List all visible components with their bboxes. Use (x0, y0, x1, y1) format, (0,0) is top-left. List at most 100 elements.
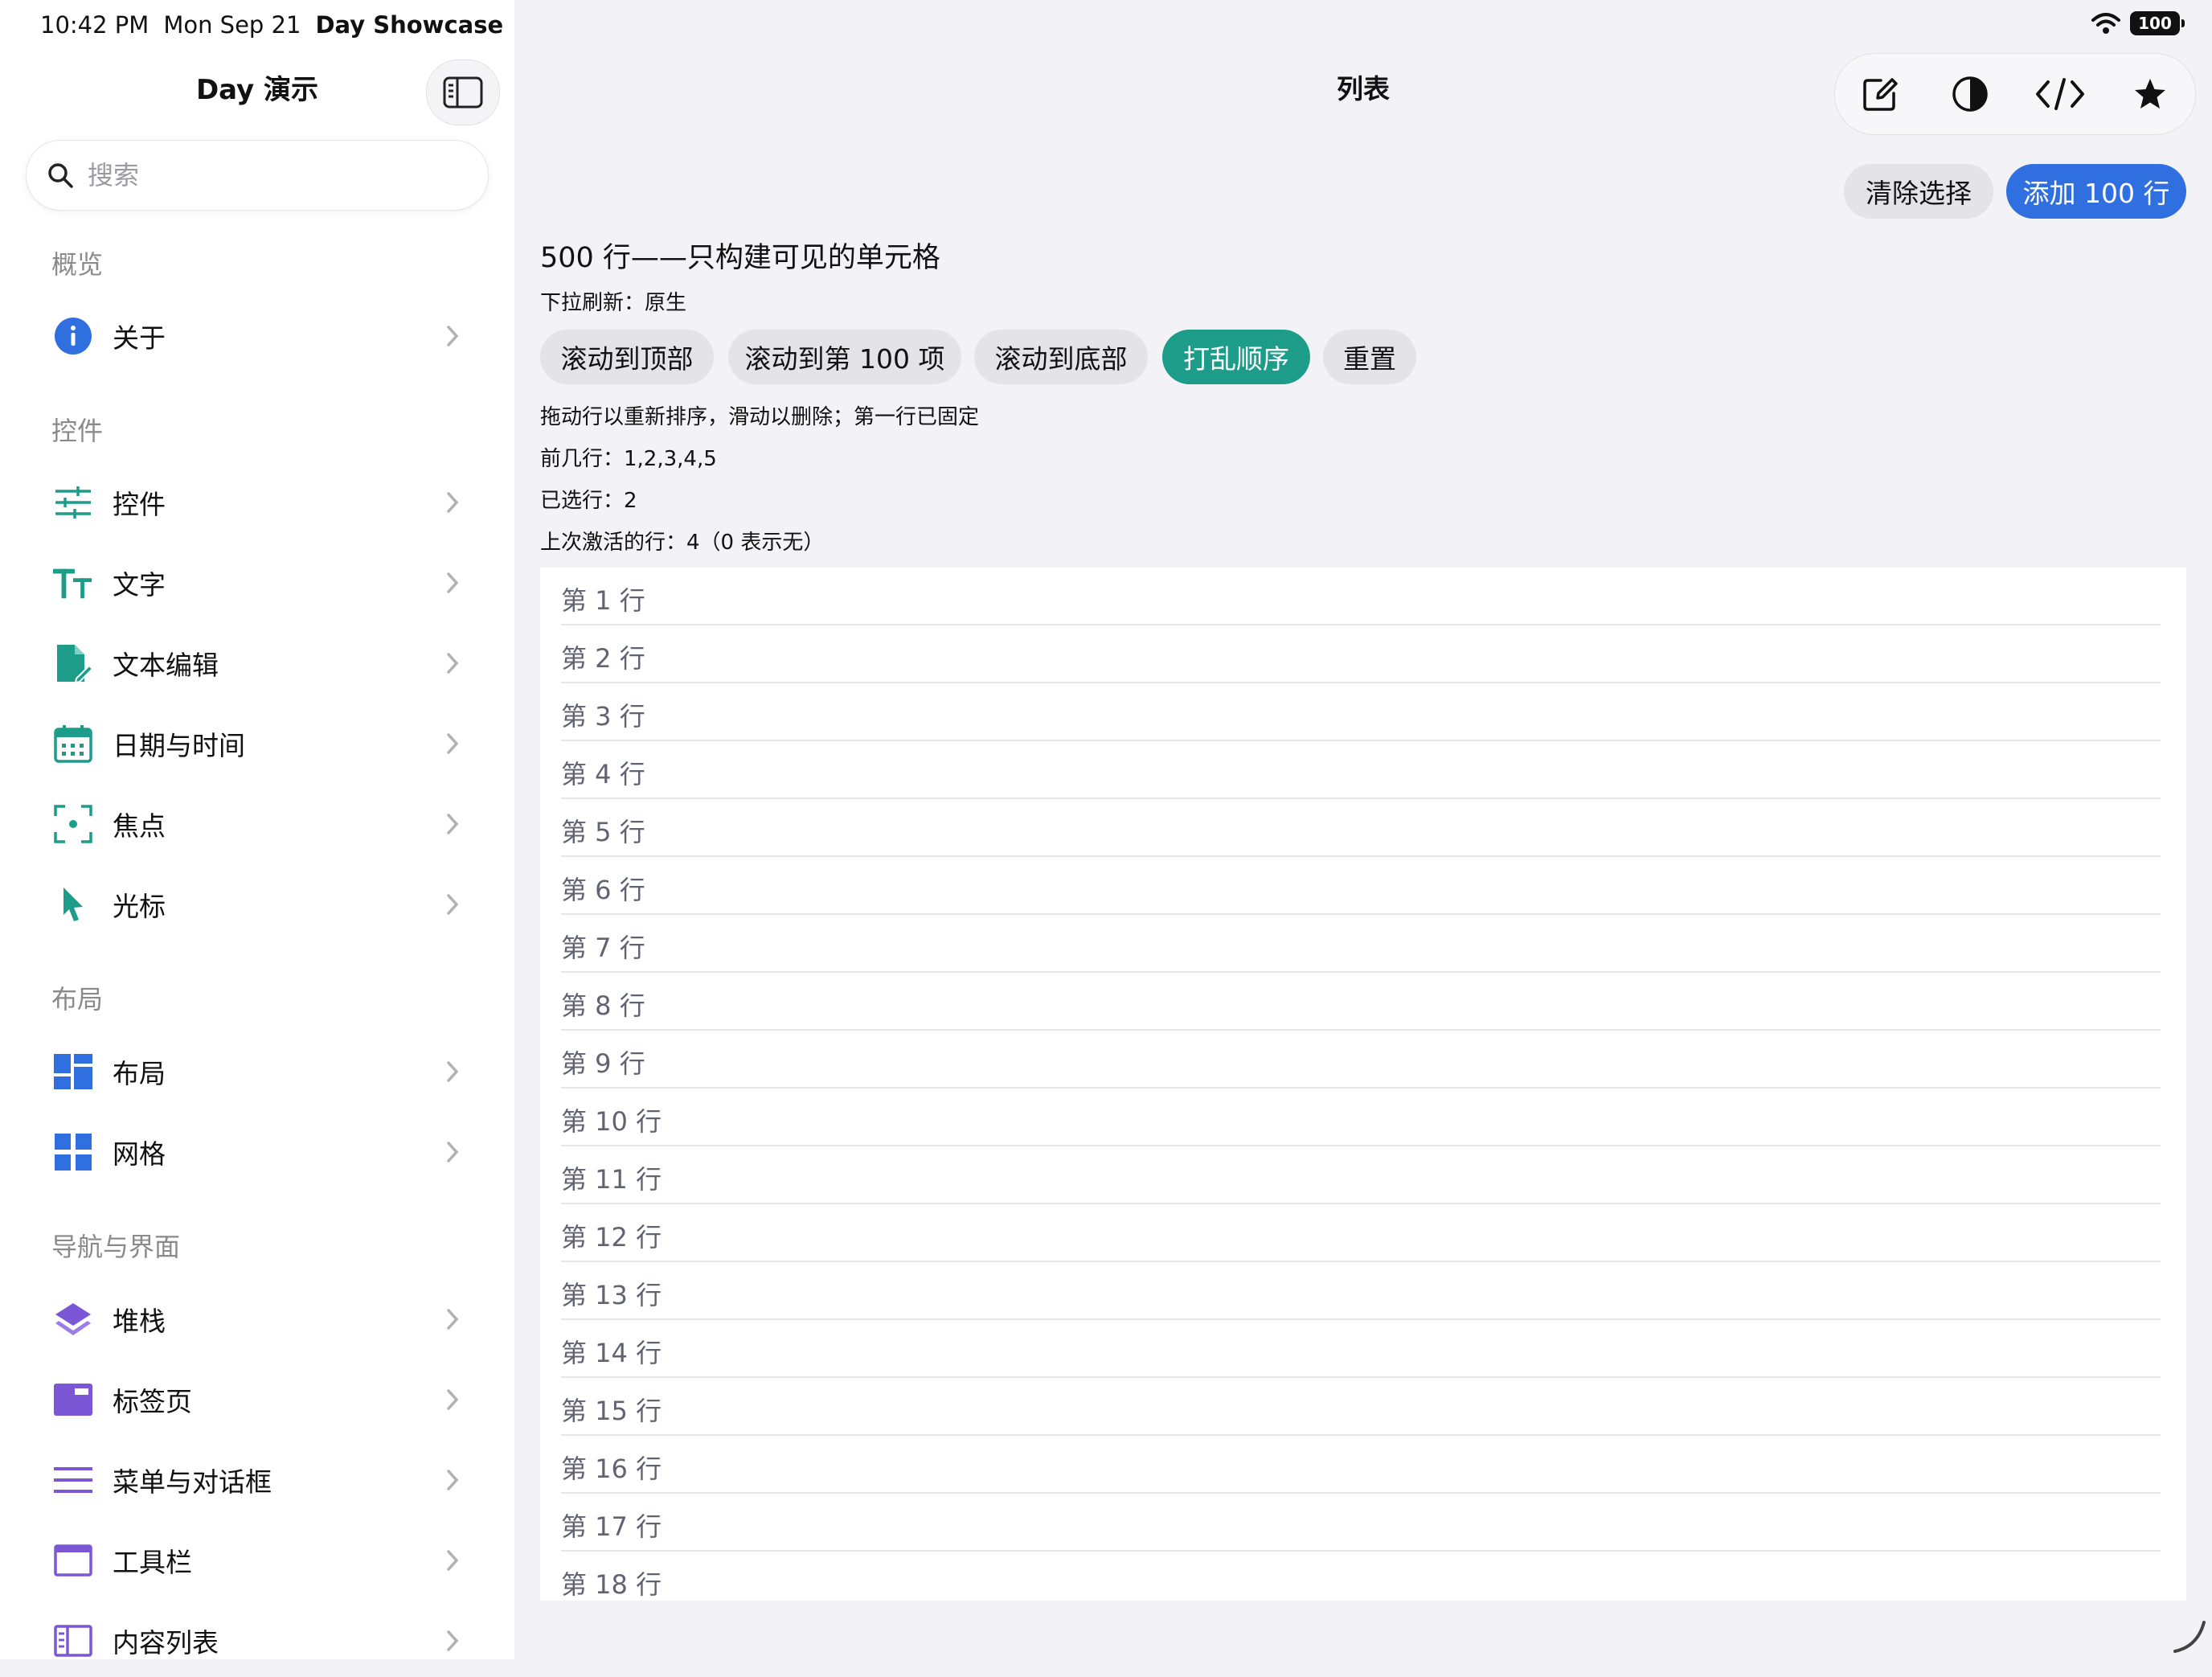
sidebar-item-menus-dialogs[interactable]: 菜单与对话框 (0, 1444, 514, 1516)
code-icon (2036, 78, 2084, 110)
table-row[interactable]: 第 1 行 (540, 568, 2186, 625)
battery-level: 100 (2138, 14, 2172, 33)
sidebar-item-content-list[interactable]: 内容列表 (0, 1605, 514, 1677)
table-row[interactable]: 第 16 行 (540, 1436, 2186, 1494)
pull-refresh-status: 下拉刷新：原生 (540, 291, 687, 315)
scroll-to-top-button[interactable]: 滚动到顶部 (540, 330, 714, 384)
text-size-icon (53, 563, 93, 603)
view-code-button[interactable] (2028, 62, 2092, 126)
table-row[interactable]: 第 7 行 (540, 915, 2186, 973)
sidebar-item-cursor[interactable]: 光标 (0, 868, 514, 941)
table-row[interactable]: 第 15 行 (540, 1378, 2186, 1436)
add-100-rows-button[interactable]: 添加 100 行 (2006, 164, 2186, 219)
clear-selection-button[interactable]: 清除选择 (1844, 164, 1993, 219)
row-label: 第 6 行 (561, 875, 645, 905)
sliders-icon (53, 482, 93, 523)
chevron-right-icon (447, 1309, 459, 1330)
table-row[interactable]: 第 4 行 (540, 741, 2186, 799)
scroll-to-bottom-button[interactable]: 滚动到底部 (974, 330, 1148, 384)
sidebar-item-date-time[interactable]: 日期与时间 (0, 707, 514, 780)
sidebar-item-tabs[interactable]: 标签页 (0, 1363, 514, 1436)
row-label: 第 17 行 (561, 1511, 662, 1542)
sidebar-item-label: 网格 (113, 1138, 166, 1170)
search-field[interactable] (26, 140, 489, 211)
sidebar-item-grid[interactable]: 网格 (0, 1116, 514, 1188)
row-label: 第 4 行 (561, 759, 645, 789)
row-label: 第 10 行 (561, 1106, 662, 1137)
chevron-right-icon (447, 1550, 459, 1571)
compose-icon (1863, 78, 1898, 111)
compose-button[interactable] (1848, 62, 1912, 126)
tabs-icon (53, 1380, 93, 1420)
row-label: 第 7 行 (561, 933, 645, 963)
last-activated-status: 上次激活的行：4（0 表示无） (540, 531, 825, 555)
table-row[interactable]: 第 3 行 (540, 683, 2186, 741)
sidebar-item-stack[interactable]: 堆栈 (0, 1283, 514, 1355)
favorite-button[interactable] (2118, 62, 2182, 126)
wifi-icon (2091, 13, 2120, 34)
chevron-right-icon (447, 1470, 459, 1490)
sidebar-item-label: 文本编辑 (113, 650, 219, 681)
sidebar-item-focus[interactable]: 焦点 (0, 788, 514, 860)
section-label-layout: 布局 (51, 984, 104, 1015)
table-row[interactable]: 第 5 行 (540, 799, 2186, 857)
chevron-right-icon (447, 1061, 459, 1082)
sidebar-item-toolbar[interactable]: 工具栏 (0, 1524, 514, 1597)
cursor-icon (53, 884, 93, 925)
sidebar-item-text-editing[interactable]: 文本编辑 (0, 627, 514, 699)
chevron-right-icon (447, 653, 459, 674)
sidebar-item-label: 关于 (113, 322, 166, 354)
layout-icon (53, 1052, 93, 1092)
row-label: 第 13 行 (561, 1280, 662, 1310)
row-label: 第 3 行 (561, 701, 645, 732)
row-label: 第 16 行 (561, 1454, 662, 1484)
table-row[interactable]: 第 9 行 (540, 1031, 2186, 1089)
table-row[interactable]: 第 14 行 (540, 1320, 2186, 1378)
list-hint: 拖动行以重新排序，滑动以删除；第一行已固定 (540, 405, 980, 429)
first-rows-status: 前几行：1,2,3,4,5 (540, 447, 717, 471)
sidebar-item-label: 日期与时间 (113, 730, 245, 761)
chevron-right-icon (447, 1630, 459, 1651)
chevron-right-icon (447, 326, 459, 346)
contrast-icon (1952, 76, 1988, 112)
sidebar-item-layout[interactable]: 布局 (0, 1035, 514, 1108)
sidebar-item-about[interactable]: 关于 (0, 300, 514, 372)
sidebar-item-controls[interactable]: 控件 (0, 466, 514, 539)
row-label: 第 18 行 (561, 1569, 662, 1600)
reset-button[interactable]: 重置 (1323, 330, 1416, 384)
table-row[interactable]: 第 12 行 (540, 1204, 2186, 1262)
appearance-toggle-button[interactable] (1938, 62, 2002, 126)
resize-handle-icon[interactable] (2169, 1616, 2207, 1654)
chevron-right-icon (447, 1389, 459, 1410)
table-row[interactable]: 第 18 行 (540, 1552, 2186, 1601)
shuffle-button[interactable]: 打乱顺序 (1162, 330, 1310, 384)
chevron-right-icon (447, 492, 459, 513)
sidebar-item-label: 控件 (113, 489, 166, 520)
calendar-icon (53, 724, 93, 764)
table-row[interactable]: 第 13 行 (540, 1262, 2186, 1320)
table-row[interactable]: 第 8 行 (540, 973, 2186, 1031)
table-row[interactable]: 第 17 行 (540, 1494, 2186, 1552)
chevron-right-icon (447, 814, 459, 834)
status-date: Mon Sep 21 (163, 11, 301, 39)
row-label: 第 15 行 (561, 1396, 662, 1426)
table-row[interactable]: 第 11 行 (540, 1146, 2186, 1204)
search-icon (48, 163, 73, 188)
table-row[interactable]: 第 2 行 (540, 625, 2186, 683)
sidebar-toggle-button[interactable] (426, 59, 500, 125)
row-label: 第 2 行 (561, 643, 645, 674)
sidebar-item-label: 焦点 (113, 810, 166, 842)
row-label: 第 9 行 (561, 1048, 645, 1079)
sidebar-item-label: 布局 (113, 1058, 166, 1089)
sidebar-item-text[interactable]: 文字 (0, 547, 514, 619)
toolbar (1834, 53, 2196, 135)
table-row[interactable]: 第 6 行 (540, 857, 2186, 915)
info-circle-icon (53, 316, 93, 356)
table-row[interactable]: 第 10 行 (540, 1089, 2186, 1146)
search-input[interactable] (86, 159, 459, 191)
scroll-to-item-100-button[interactable]: 滚动到第 100 项 (728, 330, 961, 384)
sidebar-item-label: 光标 (113, 891, 166, 922)
content-list-icon (53, 1621, 93, 1661)
row-label: 第 11 行 (561, 1164, 662, 1195)
row-list[interactable]: 第 1 行第 2 行第 3 行第 4 行第 5 行第 6 行第 7 行第 8 行… (540, 568, 2186, 1601)
